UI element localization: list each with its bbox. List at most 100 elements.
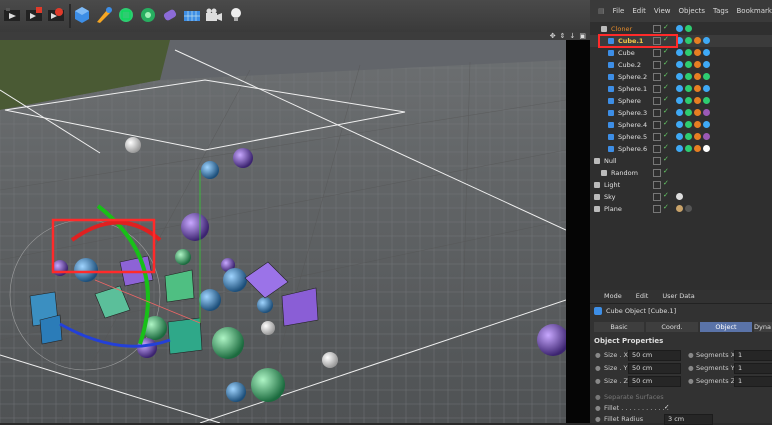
- object-tag-icon[interactable]: [694, 73, 701, 80]
- render-settings-icon[interactable]: [46, 5, 66, 25]
- 3d-viewport[interactable]: [0, 40, 566, 423]
- light-icon[interactable]: [226, 5, 246, 25]
- size-z-field[interactable]: 50 cm: [628, 376, 681, 387]
- menu-bookmarks[interactable]: Bookmarks: [736, 7, 772, 15]
- object-tag-icon[interactable]: [676, 205, 683, 212]
- object-tag-icon[interactable]: [694, 97, 701, 104]
- object-row[interactable]: Null ✓: [590, 155, 772, 167]
- object-tag-icon[interactable]: [694, 85, 701, 92]
- size-x-field[interactable]: 50 cm: [628, 350, 681, 361]
- enable-check-icon[interactable]: ✓: [663, 47, 669, 55]
- object-tag-icon[interactable]: [703, 61, 710, 68]
- enable-check-icon[interactable]: ✓: [663, 107, 669, 115]
- visibility-toggle[interactable]: [653, 193, 661, 201]
- visibility-toggle[interactable]: [653, 25, 661, 33]
- object-tag-icon[interactable]: [694, 121, 701, 128]
- object-row[interactable]: Cube ✓: [590, 47, 772, 59]
- enable-check-icon[interactable]: ✓: [663, 155, 669, 163]
- visibility-toggle[interactable]: [653, 157, 661, 165]
- object-tag-icon[interactable]: [685, 97, 692, 104]
- segments-z-field[interactable]: 1: [734, 376, 772, 387]
- object-tag-icon[interactable]: [685, 121, 692, 128]
- segments-y-field[interactable]: 1: [734, 363, 772, 374]
- visibility-toggle[interactable]: [653, 109, 661, 117]
- fillet-radius-field[interactable]: 3 cm: [664, 414, 713, 425]
- zoom-view-icon[interactable]: ⇕: [560, 32, 566, 40]
- fillet-checkbox[interactable]: ✓: [664, 403, 669, 411]
- object-tag-icon[interactable]: [685, 25, 692, 32]
- object-tag-icon[interactable]: [676, 49, 683, 56]
- enable-check-icon[interactable]: ✓: [663, 71, 669, 79]
- visibility-toggle[interactable]: [653, 97, 661, 105]
- object-tag-icon[interactable]: [676, 145, 683, 152]
- enable-check-icon[interactable]: ✓: [663, 95, 669, 103]
- object-tag-icon[interactable]: [685, 73, 692, 80]
- object-tag-icon[interactable]: [676, 25, 683, 32]
- subdivision-icon[interactable]: [116, 5, 136, 25]
- object-row[interactable]: Sphere.3 ✓: [590, 107, 772, 119]
- object-tag-icon[interactable]: [694, 37, 701, 44]
- object-row[interactable]: Sphere.5 ✓: [590, 131, 772, 143]
- visibility-toggle[interactable]: [653, 85, 661, 93]
- object-tag-icon[interactable]: [703, 97, 710, 104]
- object-row[interactable]: Random ✓: [590, 167, 772, 179]
- object-tag-icon[interactable]: [676, 121, 683, 128]
- object-row[interactable]: Light ✓: [590, 179, 772, 191]
- object-tag-icon[interactable]: [694, 109, 701, 116]
- object-tag-icon[interactable]: [676, 109, 683, 116]
- enable-check-icon[interactable]: ✓: [663, 179, 669, 187]
- menu-file[interactable]: File: [613, 7, 625, 15]
- enable-check-icon[interactable]: ✓: [663, 203, 669, 211]
- object-tag-icon[interactable]: [694, 61, 701, 68]
- tab-dynamics[interactable]: Dyna: [754, 322, 772, 332]
- deformer-icon[interactable]: [160, 5, 180, 25]
- enable-check-icon[interactable]: ✓: [663, 131, 669, 139]
- visibility-toggle[interactable]: [653, 133, 661, 141]
- object-row[interactable]: Plane ✓: [590, 203, 772, 215]
- object-row[interactable]: Sky ✓: [590, 191, 772, 203]
- visibility-toggle[interactable]: [653, 73, 661, 81]
- enable-check-icon[interactable]: ✓: [663, 119, 669, 127]
- object-tag-icon[interactable]: [685, 145, 692, 152]
- move-view-icon[interactable]: ✥: [550, 32, 556, 40]
- object-row[interactable]: Sphere.1 ✓: [590, 83, 772, 95]
- camera-icon[interactable]: [204, 5, 224, 25]
- object-tag-icon[interactable]: [676, 97, 683, 104]
- menu-edit[interactable]: Edit: [632, 7, 646, 15]
- enable-check-icon[interactable]: ✓: [663, 143, 669, 151]
- enable-check-icon[interactable]: ✓: [663, 167, 669, 175]
- visibility-toggle[interactable]: [653, 121, 661, 129]
- visibility-toggle[interactable]: [653, 145, 661, 153]
- object-tag-icon[interactable]: [676, 73, 683, 80]
- object-tag-icon[interactable]: [685, 109, 692, 116]
- visibility-toggle[interactable]: [653, 49, 661, 57]
- am-menu-edit[interactable]: Edit: [636, 292, 649, 303]
- cube-icon[interactable]: [72, 5, 92, 25]
- pen-spline-icon[interactable]: [94, 5, 114, 25]
- object-tag-icon[interactable]: [676, 85, 683, 92]
- object-tag-icon[interactable]: [694, 49, 701, 56]
- object-tag-icon[interactable]: [685, 37, 692, 44]
- object-row[interactable]: Sphere.6 ✓: [590, 143, 772, 155]
- am-menu-mode[interactable]: Mode: [604, 292, 622, 303]
- object-tag-icon[interactable]: [685, 85, 692, 92]
- object-row[interactable]: Sphere.2 ✓: [590, 71, 772, 83]
- object-tag-icon[interactable]: [676, 193, 683, 200]
- object-tag-icon[interactable]: [703, 49, 710, 56]
- object-tag-icon[interactable]: [694, 145, 701, 152]
- object-tag-icon[interactable]: [703, 145, 710, 152]
- object-tag-icon[interactable]: [676, 61, 683, 68]
- floor-icon[interactable]: [182, 5, 202, 25]
- object-tag-icon[interactable]: [685, 49, 692, 56]
- visibility-toggle[interactable]: [653, 61, 661, 69]
- object-tag-icon[interactable]: [703, 121, 710, 128]
- object-tag-icon[interactable]: [703, 133, 710, 140]
- object-tag-icon[interactable]: [703, 73, 710, 80]
- object-row[interactable]: Cube.2 ✓: [590, 59, 772, 71]
- menu-tags[interactable]: Tags: [713, 7, 729, 15]
- object-tag-icon[interactable]: [703, 85, 710, 92]
- tab-coord[interactable]: Coord.: [646, 322, 698, 332]
- object-tag-icon[interactable]: [685, 205, 692, 212]
- menu-objects[interactable]: Objects: [679, 7, 705, 15]
- visibility-toggle[interactable]: [653, 205, 661, 213]
